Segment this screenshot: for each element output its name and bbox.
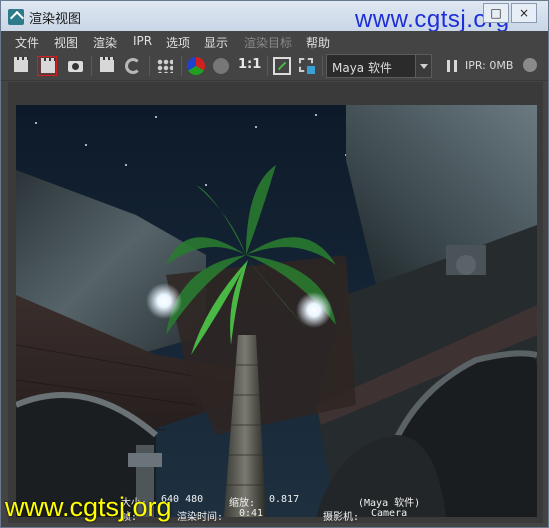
ipr-stop-button[interactable]	[523, 58, 537, 72]
render-viewport[interactable]	[8, 82, 543, 523]
render-settings-button[interactable]	[155, 56, 175, 76]
window-title: 渲染视图	[29, 12, 82, 27]
watermark-bottom: www.cgtsj.org	[5, 492, 172, 522]
zoom-value: 0.817	[269, 494, 300, 505]
snapshot-button[interactable]	[65, 56, 85, 76]
ipr-memory-status: IPR: 0MB	[465, 59, 514, 72]
pause-icon[interactable]	[447, 60, 457, 72]
render-view-window: 渲染视图 www.cgtsj.org □ × 文件 视图 渲染 IPR 选项 显…	[0, 0, 549, 528]
render-region-button[interactable]	[37, 56, 57, 76]
render-settings-icon	[157, 59, 173, 73]
title-bar: 渲染视图 www.cgtsj.org □ ×	[1, 1, 548, 33]
camera-value: Camera	[371, 508, 408, 519]
rendered-scene	[16, 105, 537, 517]
clapboard-icon	[41, 58, 55, 73]
renderer-dropdown[interactable]: Maya 软件	[326, 54, 432, 78]
menu-help[interactable]: 帮助	[306, 34, 330, 51]
menu-display[interactable]: 显示	[204, 34, 228, 51]
keep-image-icon	[273, 57, 291, 75]
rgb-channels-button[interactable]	[186, 56, 206, 76]
ipr-render-button[interactable]	[97, 56, 117, 76]
rendered-image	[16, 105, 537, 517]
close-button[interactable]: ×	[511, 3, 537, 23]
keep-image-button[interactable]	[272, 56, 292, 76]
refresh-ipr-button[interactable]	[123, 56, 143, 76]
real-size-button[interactable]: 1:1	[238, 57, 261, 72]
rgb-channels-icon	[187, 57, 205, 75]
camera-label: 摄影机:	[323, 512, 360, 523]
camera-icon	[68, 61, 83, 72]
menu-render[interactable]: 渲染	[93, 34, 117, 51]
menu-ipr[interactable]: IPR	[133, 34, 152, 48]
menu-file[interactable]: 文件	[15, 34, 39, 51]
remove-image-button[interactable]	[297, 56, 317, 76]
menu-view[interactable]: 视图	[54, 34, 78, 51]
renderer-selected-value: Maya 软件	[332, 61, 392, 75]
renderer-info: (Maya 软件)	[358, 498, 421, 509]
maya-app-icon	[8, 9, 24, 25]
toolbar-separator	[322, 56, 323, 76]
refresh-icon	[125, 58, 141, 74]
menu-bar: 文件 视图 渲染 IPR 选项 显示 渲染目标 帮助	[1, 31, 548, 51]
render-time-label: 渲染时间:	[177, 512, 224, 523]
menu-render-target: 渲染目标	[244, 36, 293, 50]
menu-options[interactable]: 选项	[166, 34, 190, 51]
clapboard-icon	[14, 57, 28, 72]
chevron-down-icon	[415, 55, 431, 77]
alpha-channel-icon	[213, 58, 229, 74]
alpha-channel-button[interactable]	[211, 56, 231, 76]
redo-render-button[interactable]	[11, 56, 31, 76]
toolbar-separator	[181, 56, 182, 76]
render-time-value: 0:41	[239, 508, 264, 519]
clapboard-icon	[100, 57, 114, 72]
maximize-button[interactable]: □	[483, 3, 509, 23]
toolbar-separator	[267, 56, 268, 76]
region-icon	[299, 58, 315, 74]
zoom-label: 缩放:	[229, 498, 256, 509]
toolbar-separator	[91, 56, 92, 76]
toolbar-separator	[149, 56, 150, 76]
